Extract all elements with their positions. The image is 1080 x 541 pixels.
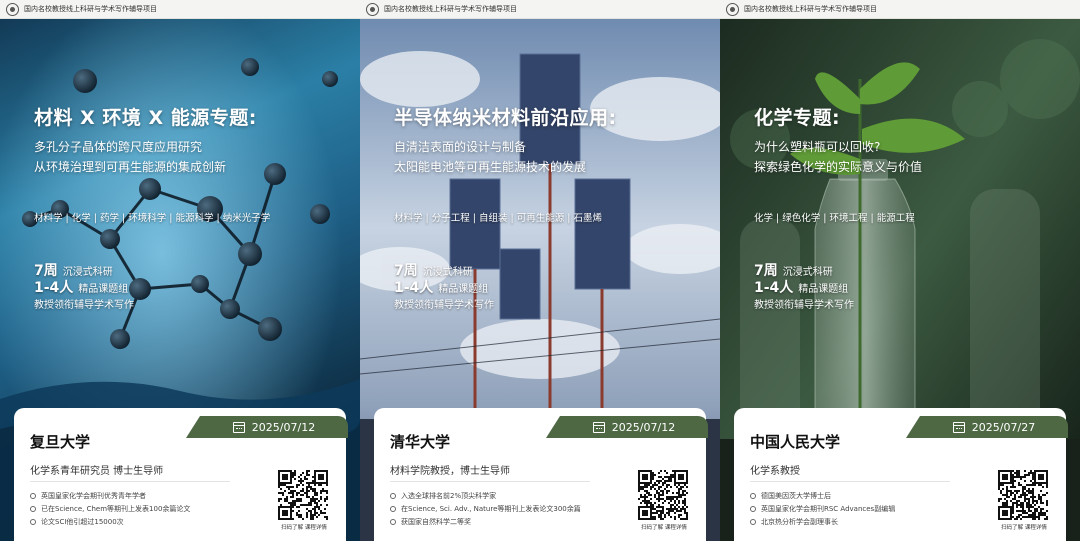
divider (30, 481, 230, 482)
date-badge: 2025/07/12 (186, 416, 348, 438)
brand-logo-icon (726, 2, 739, 16)
list-item: 入选全球排名前2%顶尖科学家 (390, 489, 581, 502)
date-badge: 2025/07/27 (906, 416, 1068, 438)
bullet-icon (30, 505, 36, 512)
list-item: 已在Science, Chem等期刊上发表100余篇论文 (30, 502, 190, 515)
bullet-icon (30, 518, 36, 525)
bullet-icon (750, 505, 756, 512)
qr-code-icon[interactable] (638, 470, 688, 520)
header-text: 国内名校教授线上科研与学术写作辅导项目 (24, 5, 157, 13)
university-name: 复旦大学 (30, 433, 91, 451)
credential-list: 入选全球排名前2%顶尖科学家 在Science, Sci. Adv., Natu… (390, 489, 581, 528)
poster-card-tsinghua[interactable]: 国内名校教授线上科研与学术写作辅导项目 半导体纳米材料前沿应用: 自清洁表面的设… (360, 0, 720, 541)
calendar-icon (952, 421, 965, 433)
bullet-icon (750, 518, 756, 525)
divider (390, 481, 590, 482)
guidance-text: 教授领衔辅导学术写作 (394, 300, 494, 311)
group-size-value: 1-4人 (34, 280, 74, 296)
qr-caption: 扫码了解 课程详情 (641, 525, 687, 531)
university-name: 中国人民大学 (750, 433, 841, 451)
list-item: 德国美因茨大学博士后 (750, 489, 895, 502)
professor-role: 化学系青年研究员 博士生导师 (30, 466, 164, 477)
list-item: 获国家自然科学二等奖 (390, 515, 581, 528)
list-item: 北京热分析学会副理事长 (750, 515, 895, 528)
calendar-icon (232, 421, 245, 433)
divider (750, 481, 950, 482)
poster-subtitle-line-1: 为什么塑料瓶可以回收? (754, 140, 881, 154)
header-bar: 国内名校教授线上科研与学术写作辅导项目 (0, 0, 360, 19)
bullet-icon (750, 492, 756, 499)
group-size-value: 1-4人 (394, 280, 434, 296)
header-bar: 国内名校教授线上科研与学术写作辅导项目 (720, 0, 1080, 19)
bullet-icon (390, 492, 396, 499)
date-text: 2025/07/12 (611, 420, 676, 434)
group-size-label: 精品课题组 (438, 284, 489, 295)
group-size-stat: 1-4人 精品课题组 (394, 277, 488, 297)
qr-caption: 扫码了解 课程详情 (1001, 525, 1047, 531)
group-size-stat: 1-4人 精品课题组 (754, 277, 848, 297)
credential-list: 德国美因茨大学博士后 英国皇家化学会期刊RSC Advances副编辑 北京热分… (750, 489, 895, 528)
list-item: 论文SCI他引超过15000次 (30, 515, 190, 528)
poster-headline: 化学专题: (754, 107, 841, 129)
group-size-stat: 1-4人 精品课题组 (34, 277, 128, 297)
qr-caption: 扫码了解 课程详情 (281, 525, 327, 531)
date-text: 2025/07/27 (971, 420, 1036, 434)
poster-subtitle-line-1: 多孔分子晶体的跨尺度应用研究 (34, 140, 203, 154)
date-badge: 2025/07/12 (546, 416, 708, 438)
group-size-label: 精品课题组 (78, 284, 129, 295)
bullet-icon (390, 518, 396, 525)
group-size-label: 精品课题组 (798, 284, 849, 295)
calendar-icon (592, 421, 605, 433)
qr-code-icon[interactable] (278, 470, 328, 520)
qr-code-icon[interactable] (998, 470, 1048, 520)
poster-subtitle-line-1: 自清洁表面的设计与制备 (394, 140, 527, 154)
list-item: 英国皇家化学会期刊RSC Advances副编辑 (750, 502, 895, 515)
university-name: 清华大学 (390, 433, 451, 451)
poster-card-renmin[interactable]: 国内名校教授线上科研与学术写作辅导项目 化学专题: 为什么塑料瓶可以回收? 探索… (720, 0, 1080, 541)
brand-logo-icon (6, 2, 19, 16)
group-size-value: 1-4人 (754, 280, 794, 296)
professor-role: 化学系教授 (750, 466, 800, 477)
brand-logo-icon (366, 2, 379, 16)
poster-card-fudan[interactable]: 国内名校教授线上科研与学术写作辅导项目 材料 X 环境 X 能源专题: 多孔分子… (0, 0, 360, 541)
header-text: 国内名校教授线上科研与学术写作辅导项目 (744, 5, 877, 13)
guidance-text: 教授领衔辅导学术写作 (34, 300, 134, 311)
subject-tags: 材料学 | 分子工程 | 自组装 | 可再生能源 | 石墨烯 (394, 213, 602, 224)
list-item: 英国皇家化学会期刊优秀青年学者 (30, 489, 190, 502)
poster-headline: 材料 X 环境 X 能源专题: (34, 107, 257, 129)
credential-list: 英国皇家化学会期刊优秀青年学者 已在Science, Chem等期刊上发表100… (30, 489, 190, 528)
poster-subtitle-line-2: 从环境治理到可再生能源的集成创新 (34, 160, 227, 174)
guidance-text: 教授领衔辅导学术写作 (754, 300, 854, 311)
subject-tags: 化学 | 绿色化学 | 环境工程 | 能源工程 (754, 213, 915, 224)
bullet-icon (30, 492, 36, 499)
list-item: 在Science, Sci. Adv., Nature等期刊上发表论文300余篇 (390, 502, 581, 515)
subject-tags: 材料学 | 化学 | 药学 | 环境科学 | 能源科学 | 纳米光子学 (34, 213, 271, 224)
poster-subtitle-line-2: 太阳能电池等可再生能源技术的发展 (394, 160, 587, 174)
header-bar: 国内名校教授线上科研与学术写作辅导项目 (360, 0, 720, 19)
bullet-icon (390, 505, 396, 512)
date-text: 2025/07/12 (251, 420, 316, 434)
poster-headline: 半导体纳米材料前沿应用: (394, 107, 617, 129)
poster-subtitle-line-2: 探索绿色化学的实际意义与价值 (754, 160, 923, 174)
header-text: 国内名校教授线上科研与学术写作辅导项目 (384, 5, 517, 13)
professor-role: 材料学院教授，博士生导师 (390, 466, 510, 477)
